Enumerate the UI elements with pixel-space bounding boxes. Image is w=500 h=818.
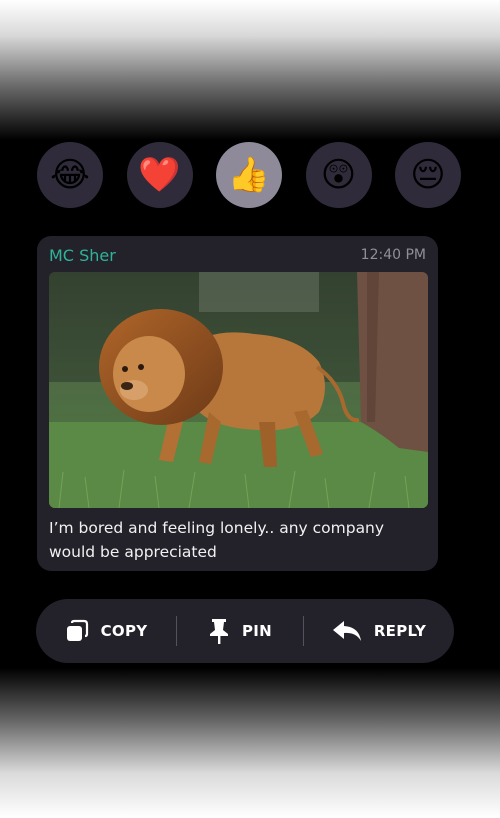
reply-button[interactable]: REPLY	[304, 599, 454, 663]
message-action-bar: COPY PIN REPLY	[36, 599, 454, 663]
heart-emoji-icon: ❤️	[138, 155, 181, 195]
reply-label: REPLY	[373, 622, 427, 640]
bottom-fade-overlay	[0, 668, 500, 818]
copy-label: COPY	[100, 622, 148, 640]
reaction-heart[interactable]: ❤️	[126, 142, 193, 208]
top-fade-overlay	[0, 0, 500, 140]
reaction-astonished[interactable]: 😲	[305, 142, 372, 208]
pensive-emoji-icon: 😔	[410, 155, 446, 195]
message-bubble[interactable]: MC Sher 12:40 PM I’m bored and feeling l…	[37, 236, 438, 571]
lion-photo[interactable]	[49, 272, 428, 508]
astonished-emoji-icon: 😲	[320, 155, 357, 195]
sender-name: MC Sher	[49, 246, 116, 265]
pin-button[interactable]: PIN	[177, 599, 303, 663]
reaction-tears-of-joy[interactable]: 😂	[37, 142, 103, 208]
copy-button[interactable]: COPY	[36, 599, 176, 663]
reaction-thumbs-up[interactable]: 👍	[216, 142, 282, 208]
reaction-bar: 😂 ❤️ 👍 😲 😔	[37, 142, 461, 208]
message-text: I’m bored and feeling lonely.. any compa…	[49, 519, 385, 561]
message-time: 12:40 PM	[360, 247, 426, 263]
tears-of-joy-emoji-icon: 😂	[50, 155, 90, 195]
lion-photo-icon	[49, 272, 428, 508]
pin-icon	[209, 619, 228, 644]
reaction-pensive[interactable]: 😔	[395, 142, 461, 208]
thumbs-up-emoji-icon: 👍	[227, 155, 271, 195]
copy-icon	[66, 619, 88, 641]
reply-icon	[332, 621, 361, 641]
pin-label: PIN	[241, 622, 273, 640]
